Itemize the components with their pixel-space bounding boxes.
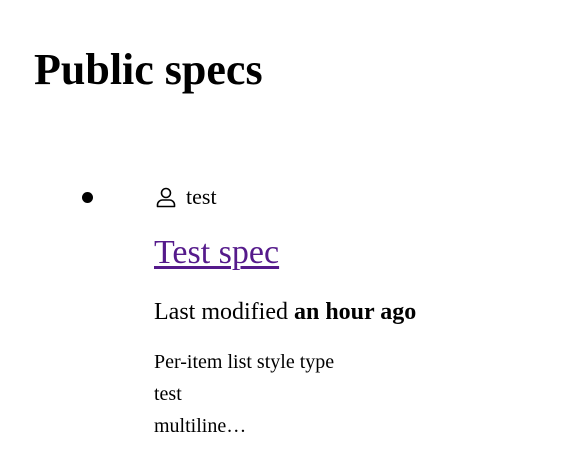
description-line: test bbox=[154, 383, 182, 405]
spec-author-name: test bbox=[186, 184, 217, 209]
spec-description: Per-item list style type test multiline… bbox=[154, 346, 334, 442]
list-bullet bbox=[82, 192, 93, 203]
description-line: multiline… bbox=[154, 415, 247, 437]
description-line: Per-item list style type bbox=[154, 351, 335, 373]
spec-author: test bbox=[154, 182, 217, 212]
page-title: Public specs bbox=[34, 45, 263, 94]
last-modified-value: an hour ago bbox=[293, 299, 417, 325]
last-modified-label: Last modified bbox=[154, 299, 288, 325]
user-icon bbox=[154, 185, 178, 209]
spec-title-link[interactable]: Test spec bbox=[154, 232, 279, 274]
spec-last-modified: Last modified an hour ago bbox=[154, 297, 416, 327]
